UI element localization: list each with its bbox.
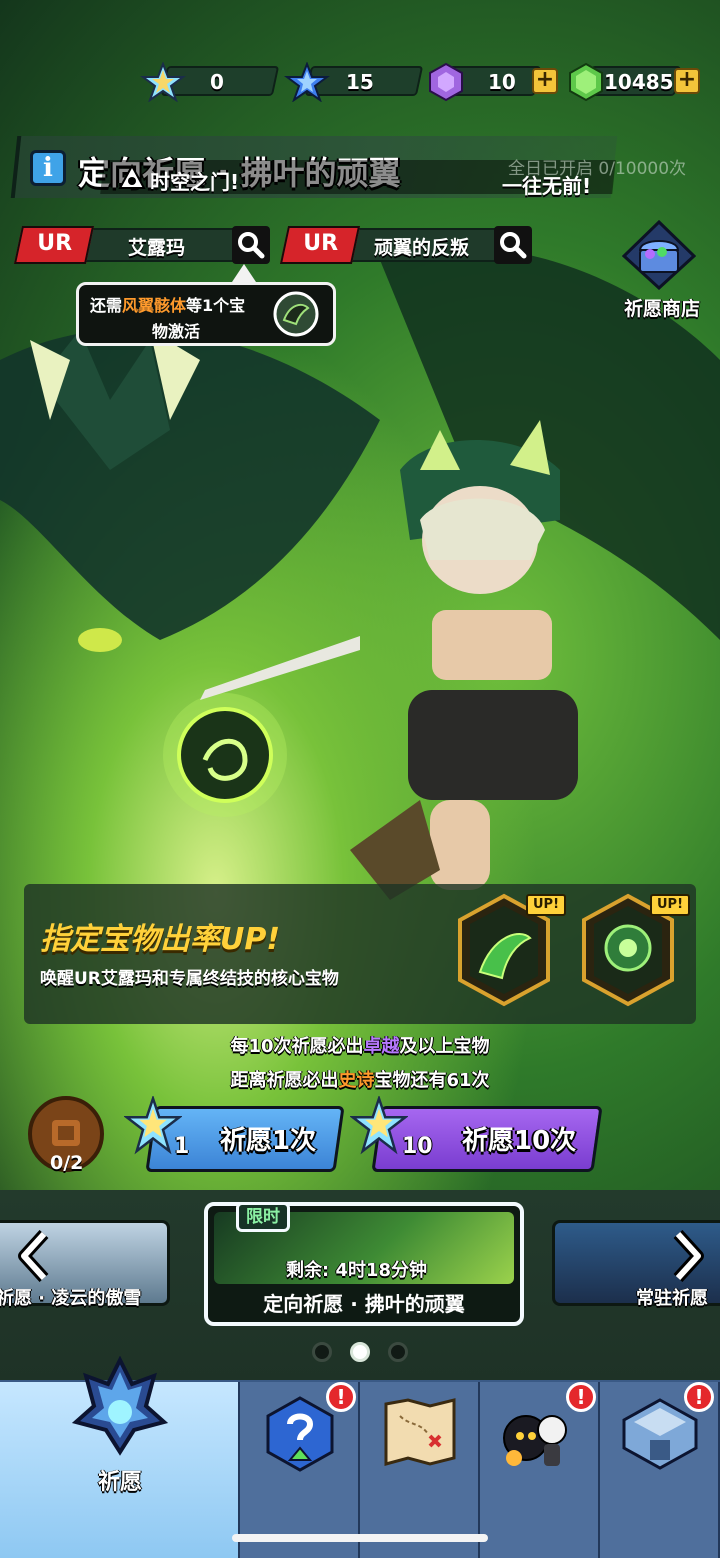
gem-value: 10485	[604, 70, 674, 94]
star-b-value: 15	[346, 70, 374, 94]
page-dot[interactable]	[312, 1342, 332, 1362]
guarantee-line-2: 距离祈愿必出史诗宝物还有61次	[230, 1070, 490, 1091]
chevron-left-icon[interactable]	[14, 1230, 58, 1282]
time-remaining: 剩余: 4时18分钟	[286, 1260, 428, 1281]
wish-crystal-icon	[71, 1356, 169, 1456]
wish-once-cost: 1	[174, 1134, 190, 1159]
base-alert-badge: !	[684, 1382, 714, 1412]
wish-ten-cost: 10	[402, 1134, 433, 1159]
up-badge: UP!	[650, 894, 690, 916]
limited-badge: 限时	[236, 1202, 290, 1232]
banner-card-right-name: 常驻祈愿	[636, 1288, 708, 1309]
banner-card-current-name: 定向祈愿 · 拂叶的顽翼	[263, 1292, 465, 1316]
inspect-character-button[interactable]	[232, 226, 270, 264]
wish-once-label: 祈愿1次	[220, 1126, 317, 1156]
go-forward-text: 一往无前!	[502, 174, 592, 198]
upgrade-relic-icon	[266, 1396, 334, 1472]
add-gem-button[interactable]: +	[674, 68, 700, 94]
search-icon	[500, 232, 527, 259]
guarantee-line-1: 每10次祈愿必出卓越及以上宝物	[230, 1036, 490, 1057]
ur-badge: UR	[279, 226, 361, 264]
treasure-map-icon	[384, 1398, 456, 1466]
add-crystal-button[interactable]: +	[532, 68, 558, 94]
currency-crystal: 10 +	[426, 62, 562, 102]
banner-card-left-name: 祈愿 · 凌云的傲雪	[0, 1288, 142, 1309]
purple-crystal-icon	[429, 62, 463, 102]
star-crystal-icon	[140, 62, 186, 102]
chevron-right-icon[interactable]	[664, 1230, 708, 1282]
ur-relic-name: 顽翼的反叛	[374, 237, 470, 259]
home-indicator	[232, 1534, 488, 1542]
gate-text: 时空之门!	[150, 170, 240, 194]
tooltip-line1: 还需风翼骸体等1个宝	[90, 296, 246, 315]
wish-shop-label: 祈愿商店	[624, 298, 701, 320]
upgrade-alert-badge: !	[326, 1382, 356, 1412]
pity-count: 0/2	[50, 1152, 84, 1174]
gate-icon	[118, 164, 146, 189]
wing-relic-icon	[273, 291, 319, 337]
ur-character-name: 艾露玛	[128, 237, 186, 259]
search-icon	[238, 232, 265, 259]
up-badge: UP!	[526, 894, 566, 916]
currency-star-a: 0	[140, 62, 280, 102]
blue-star-icon	[284, 62, 330, 102]
ur-tag-relic: UR 顽翼的反叛	[279, 226, 534, 264]
currency-gem: 10485 +	[566, 62, 706, 102]
wish-shop-button[interactable]	[621, 219, 697, 291]
nav-tab-wish-label: 祈愿	[97, 1470, 142, 1495]
tooltip-arrow	[232, 264, 256, 282]
info-button[interactable]: i	[30, 150, 66, 186]
tooltip-line2: 物激活	[152, 322, 201, 341]
characters-alert-badge: !	[566, 1382, 596, 1412]
page-dot[interactable]	[388, 1342, 408, 1362]
star-crystal-icon	[350, 1096, 408, 1155]
crystal-value: 10	[488, 70, 516, 94]
currency-star-b: 15	[284, 62, 424, 102]
star-a-value: 0	[210, 70, 224, 94]
rate-up-description: 唤醒UR艾露玛和专属终结技的核心宝物	[40, 969, 339, 989]
ur-tag-character: UR 艾露玛	[13, 226, 270, 264]
ur-badge: UR	[13, 226, 95, 264]
treasure-chest-icon	[621, 219, 697, 291]
wish-ten-label: 祈愿10次	[462, 1126, 577, 1156]
rate-up-title: 指定宝物出率UP!	[40, 922, 281, 957]
inspect-relic-button[interactable]	[494, 226, 532, 264]
page-dot-active[interactable]	[350, 1342, 370, 1362]
green-gem-icon	[569, 62, 603, 102]
